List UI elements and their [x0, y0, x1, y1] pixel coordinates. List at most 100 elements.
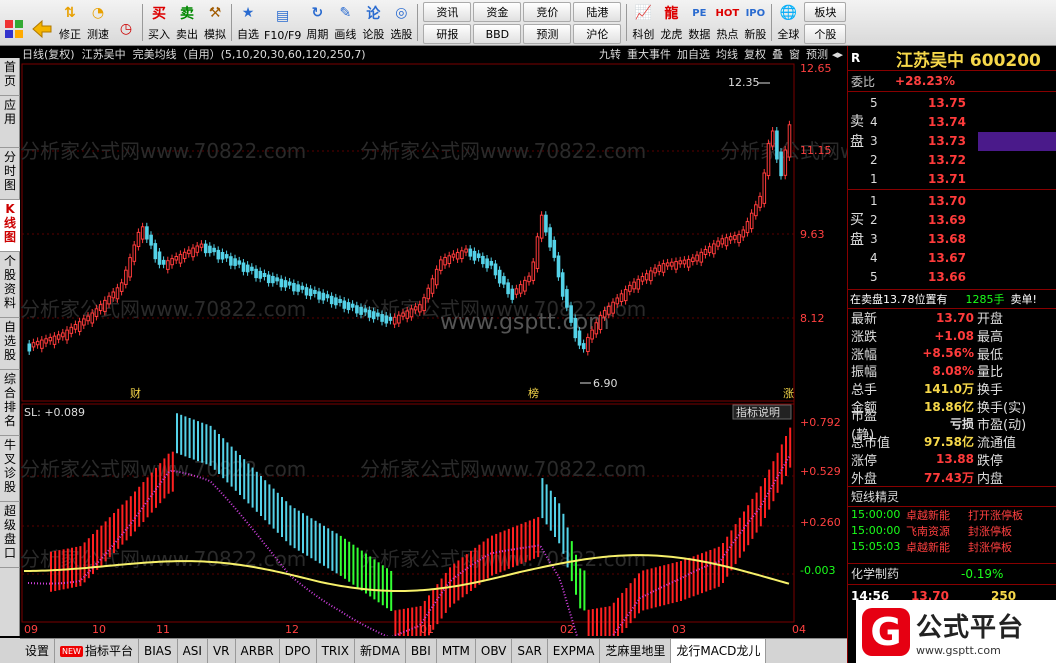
- period-button[interactable]: ↻ 周期: [303, 0, 331, 45]
- tab-stock-info[interactable]: 个股资料: [0, 252, 20, 318]
- grid-yuce[interactable]: 预测: [523, 23, 572, 44]
- jingling-item[interactable]: 15:00:00 飞南资源 封涨停板: [848, 523, 1056, 539]
- event-cai[interactable]: 财: [130, 386, 141, 400]
- xuangu-button[interactable]: ◎ 选股: [387, 0, 415, 45]
- grid-lugang[interactable]: 陆港: [573, 1, 622, 22]
- candle-body: [250, 266, 254, 271]
- sell-1[interactable]: 1 13.71: [866, 169, 1056, 188]
- hdr-ma[interactable]: 均线: [716, 46, 738, 64]
- tab-ranking[interactable]: 综合排名: [0, 370, 20, 436]
- buy-4[interactable]: 4 13.67: [866, 248, 1056, 267]
- event-bang[interactable]: 榜: [528, 386, 539, 400]
- grid-jingjia[interactable]: 竞价: [523, 1, 572, 22]
- tab-obv[interactable]: OBV: [476, 638, 513, 663]
- bankuai-button[interactable]: 板块: [804, 1, 847, 22]
- indicator-label: SL: +0.089: [24, 406, 85, 419]
- tab-settings[interactable]: 设置: [20, 638, 56, 663]
- buy-1[interactable]: 1 13.70: [866, 191, 1056, 210]
- x-tick-02: 02: [560, 623, 574, 636]
- hdr-adjust[interactable]: 复权: [744, 46, 766, 64]
- star-icon: ★: [241, 5, 255, 21]
- hdr-jiuzhuan[interactable]: 九转: [599, 46, 621, 64]
- buy-3[interactable]: 3 13.68: [866, 229, 1056, 248]
- candle-body: [489, 260, 494, 266]
- tab-kline[interactable]: K线图: [0, 200, 20, 252]
- buy-5[interactable]: 5 13.66: [866, 267, 1056, 286]
- tab-zhima[interactable]: 芝麻里地里: [600, 638, 672, 663]
- tab-dma[interactable]: 新DMA: [355, 638, 406, 663]
- back-button[interactable]: [28, 0, 56, 45]
- weibi-value: +28.23%: [895, 74, 956, 88]
- event-zhang[interactable]: 涨: [783, 387, 794, 400]
- tab-asi[interactable]: ASI: [178, 638, 208, 663]
- sell-2[interactable]: 2 13.72: [866, 150, 1056, 169]
- zixuan-button[interactable]: ★ 自选: [234, 0, 262, 45]
- tab-apps[interactable]: 应用: [0, 96, 20, 148]
- tab-bias[interactable]: BIAS: [139, 638, 178, 663]
- quote-row: 最新 13.70 开盘: [851, 310, 1004, 328]
- candle-body: [254, 268, 258, 279]
- sell-3[interactable]: 3 13.73: [866, 131, 1056, 150]
- hdr-window[interactable]: 窗: [789, 46, 800, 64]
- shuju-button[interactable]: PE 数据: [685, 0, 713, 45]
- longhu-button[interactable]: 龍龙虎: [657, 0, 685, 45]
- buy-button[interactable]: 买买入: [145, 0, 173, 45]
- fix-button[interactable]: ⇅ 修正: [56, 0, 84, 45]
- f10-button[interactable]: ▤ F10/F9: [262, 0, 303, 45]
- tab-timeshare[interactable]: 分时图: [0, 148, 20, 200]
- candle-body: [581, 343, 586, 350]
- candle-body: [409, 308, 414, 318]
- hdr-events[interactable]: 重大事件: [627, 46, 671, 64]
- tab-super-book[interactable]: 超级盘口: [0, 502, 20, 568]
- draw-button[interactable]: ✎ 画线: [331, 0, 359, 45]
- gegu-button[interactable]: 个股: [804, 23, 847, 44]
- tab-indicator-platform[interactable]: NEW 指标平台: [55, 638, 139, 663]
- tab-arbr[interactable]: ARBR: [236, 638, 280, 663]
- tab-mtm[interactable]: MTM: [437, 638, 476, 663]
- sell-4[interactable]: 4 13.74: [866, 112, 1056, 131]
- hdr-overlay[interactable]: 叠: [772, 46, 783, 64]
- tab-expma[interactable]: EXPMA: [548, 638, 601, 663]
- tab-home[interactable]: 首页: [0, 58, 20, 96]
- redian-button[interactable]: HOT 热点: [713, 0, 741, 45]
- tab-vr[interactable]: VR: [208, 638, 236, 663]
- buy-2[interactable]: 2 13.69: [866, 210, 1056, 229]
- xingu-button[interactable]: IPO 新股: [741, 0, 769, 45]
- sector-row[interactable]: 化学制药 -0.19%: [848, 562, 1056, 585]
- candle-body: [313, 289, 317, 294]
- lungu-button[interactable]: 论论股: [359, 0, 387, 45]
- chart-area[interactable]: 分析家公式网www.70822.com 分析家公式网www.70822.com …: [20, 46, 847, 636]
- grid-yanbao[interactable]: 研报: [423, 23, 472, 44]
- jingling-item[interactable]: 15:05:03 卓越新能 封涨停板: [848, 539, 1056, 555]
- quanqiu-button[interactable]: 🌐 全球: [774, 0, 802, 45]
- candle-body: [401, 312, 405, 317]
- candle-body: [523, 279, 527, 292]
- hdr-collapse-icon[interactable]: ◂▸: [832, 46, 843, 64]
- clock-button[interactable]: ◷: [112, 0, 140, 45]
- tab-trix[interactable]: TRIX: [317, 638, 355, 663]
- candle-body: [233, 258, 237, 266]
- indicator-bar: [478, 544, 481, 585]
- tab-dpo[interactable]: DPO: [280, 638, 317, 663]
- indicator-help-button[interactable]: 指标说明: [736, 405, 780, 419]
- grid-zijin[interactable]: 资金: [473, 1, 522, 22]
- grid-hulun[interactable]: 沪伦: [573, 23, 622, 44]
- candle-body: [136, 231, 141, 248]
- grid-zixun[interactable]: 资讯: [423, 1, 472, 22]
- kline-chart[interactable]: 分析家公式网www.70822.com 分析家公式网www.70822.com …: [20, 46, 847, 636]
- simulate-button[interactable]: ⚒ 模拟: [201, 0, 229, 45]
- tab-sar[interactable]: SAR: [512, 638, 548, 663]
- grid-button[interactable]: [0, 0, 28, 45]
- test-speed-button[interactable]: ◔ 测速: [84, 0, 112, 45]
- kechuang-button[interactable]: 📈 科创: [629, 0, 657, 45]
- jingling-item[interactable]: 15:00:00 卓越新能 打开涨停板: [848, 507, 1056, 523]
- grid-bbd[interactable]: BBD: [473, 23, 522, 44]
- hdr-forecast[interactable]: 预测: [806, 46, 828, 64]
- tab-bbi[interactable]: BBI: [406, 638, 437, 663]
- tab-watchlist[interactable]: 自选股: [0, 318, 20, 370]
- tab-longxing-macd[interactable]: 龙行MACD龙儿: [671, 638, 767, 663]
- tab-diagnose[interactable]: 牛叉诊股: [0, 436, 20, 502]
- sell-5[interactable]: 5 13.75: [866, 93, 1056, 112]
- sell-button[interactable]: 卖卖出: [173, 0, 201, 45]
- hdr-add-watch[interactable]: 加自选: [677, 46, 710, 64]
